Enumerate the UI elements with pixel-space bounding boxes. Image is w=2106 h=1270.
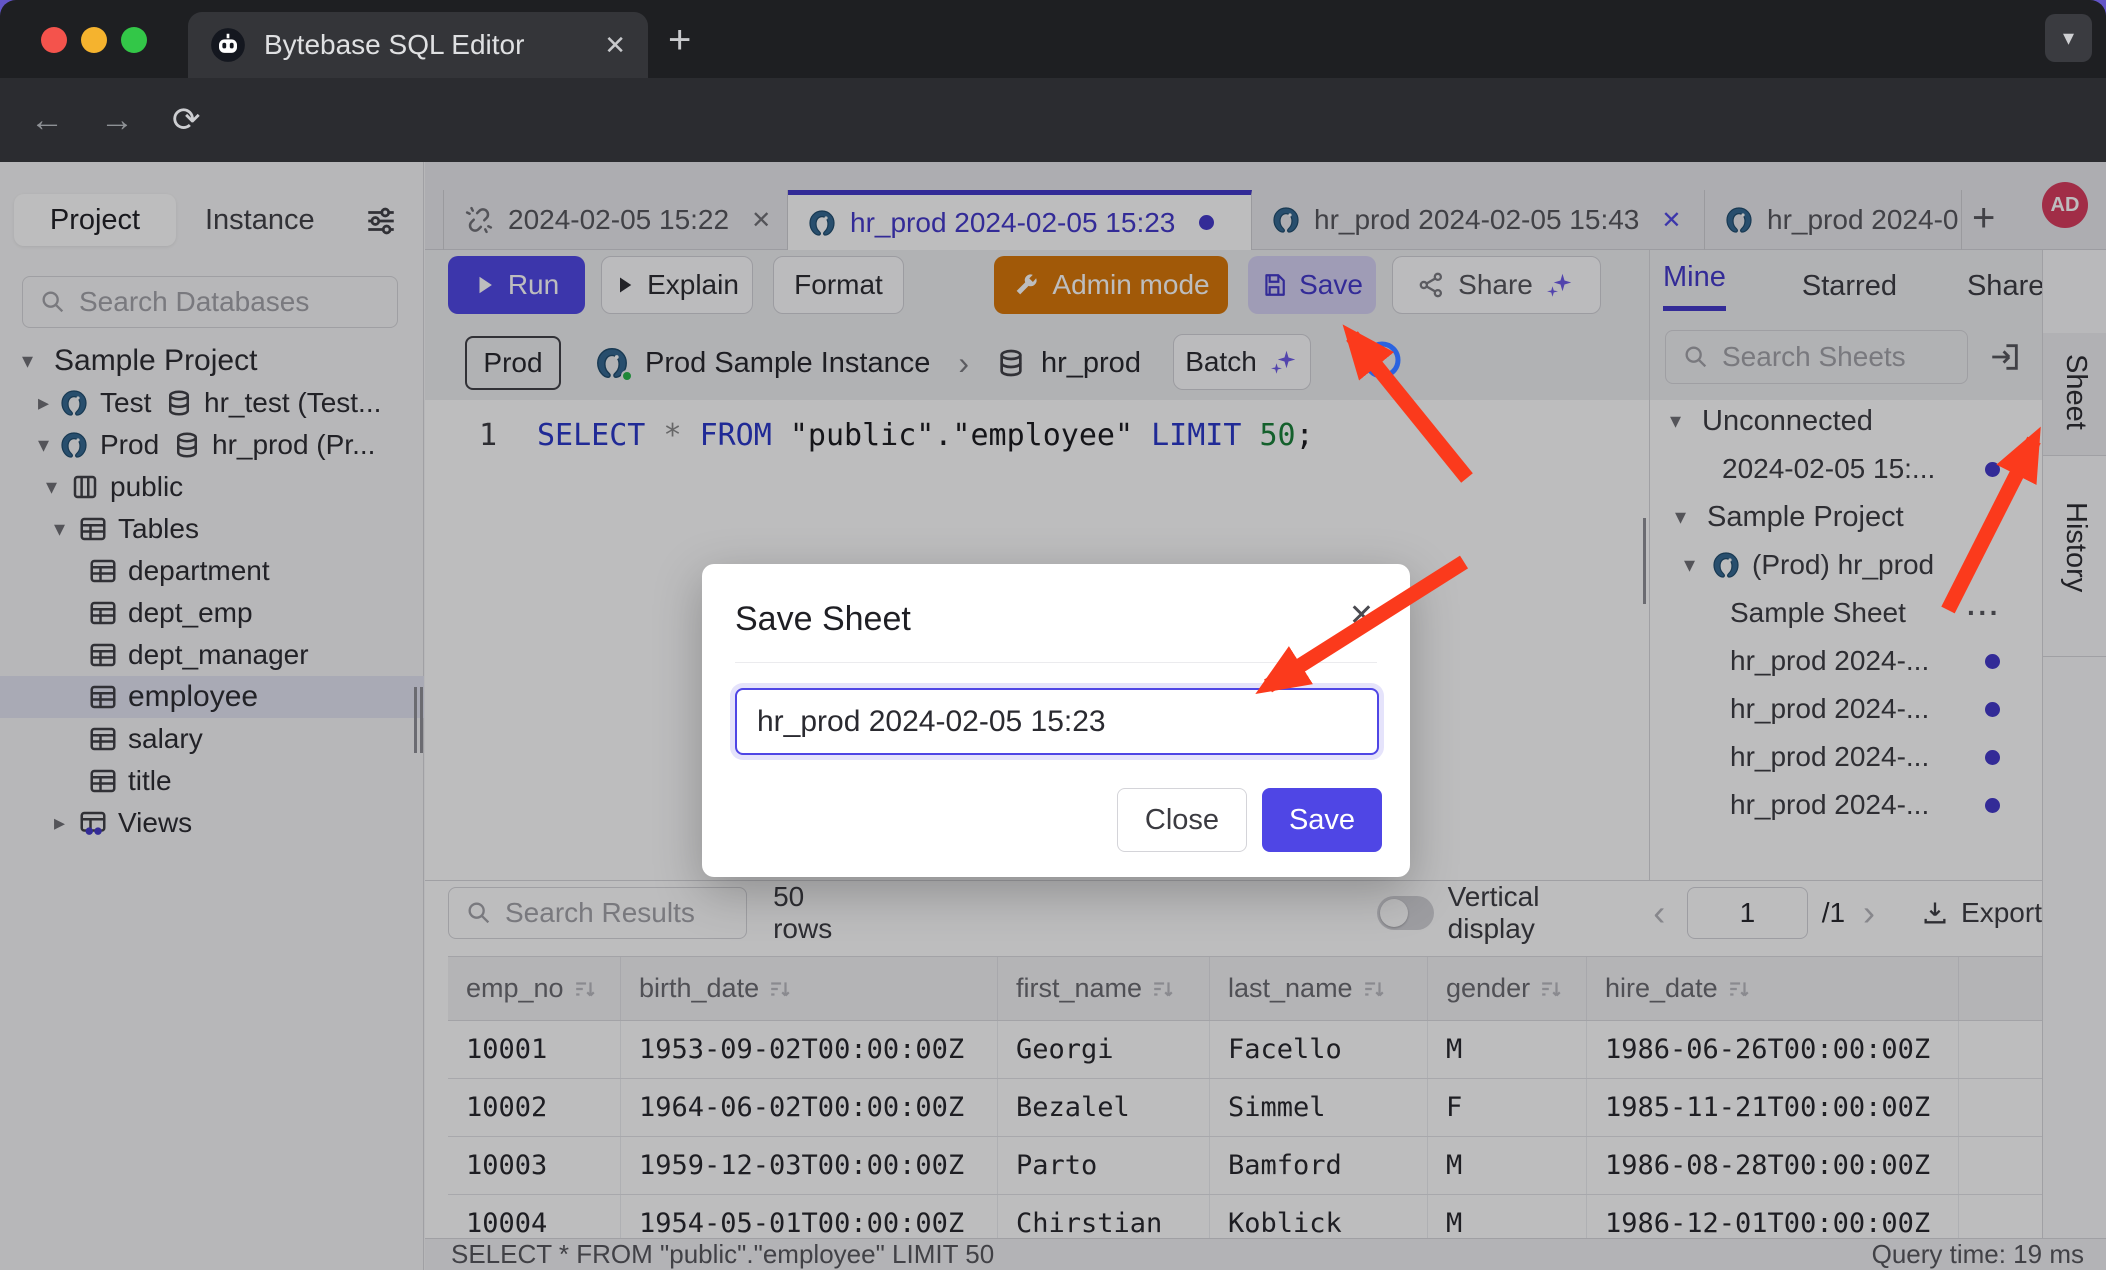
forward-button[interactable]: → [100, 101, 134, 140]
dialog-divider [735, 662, 1377, 663]
browser-window: Bytebase SQL Editor ✕ + ▾ ← → ⟳ localhos… [0, 0, 2106, 1270]
bytebase-app: Project Instance Search Databases ▾ Samp… [0, 162, 2106, 1270]
browser-toolbar: ← → ⟳ localhost:8080/sql-editor/prod-sam… [0, 78, 2106, 162]
tab-search-button[interactable]: ▾ [2045, 14, 2092, 62]
dialog-save-label: Save [1289, 804, 1355, 837]
browser-tabstrip: Bytebase SQL Editor ✕ + ▾ [0, 0, 2106, 78]
dialog-save-button[interactable]: Save [1262, 788, 1382, 852]
dialog-close-label: Close [1145, 804, 1219, 837]
macos-minimize-button[interactable] [81, 27, 107, 53]
chevron-down-icon: ▾ [2063, 25, 2074, 51]
browser-tab-title: Bytebase SQL Editor [264, 29, 524, 61]
macos-close-button[interactable] [41, 27, 67, 53]
save-sheet-dialog: Save Sheet ✕ Close Save [702, 564, 1410, 877]
dialog-title: Save Sheet [735, 600, 911, 639]
new-tab-button[interactable]: + [668, 18, 691, 63]
reload-button[interactable]: ⟳ [172, 100, 201, 140]
dialog-close-button[interactable]: Close [1117, 788, 1247, 852]
macos-zoom-button[interactable] [121, 27, 147, 53]
bytebase-favicon [210, 27, 246, 63]
sheet-name-input[interactable] [735, 688, 1379, 755]
close-icon[interactable]: ✕ [1349, 598, 1374, 633]
tab-close-icon[interactable]: ✕ [604, 30, 626, 61]
back-button[interactable]: ← [30, 101, 64, 140]
browser-tab[interactable]: Bytebase SQL Editor ✕ [188, 12, 648, 78]
